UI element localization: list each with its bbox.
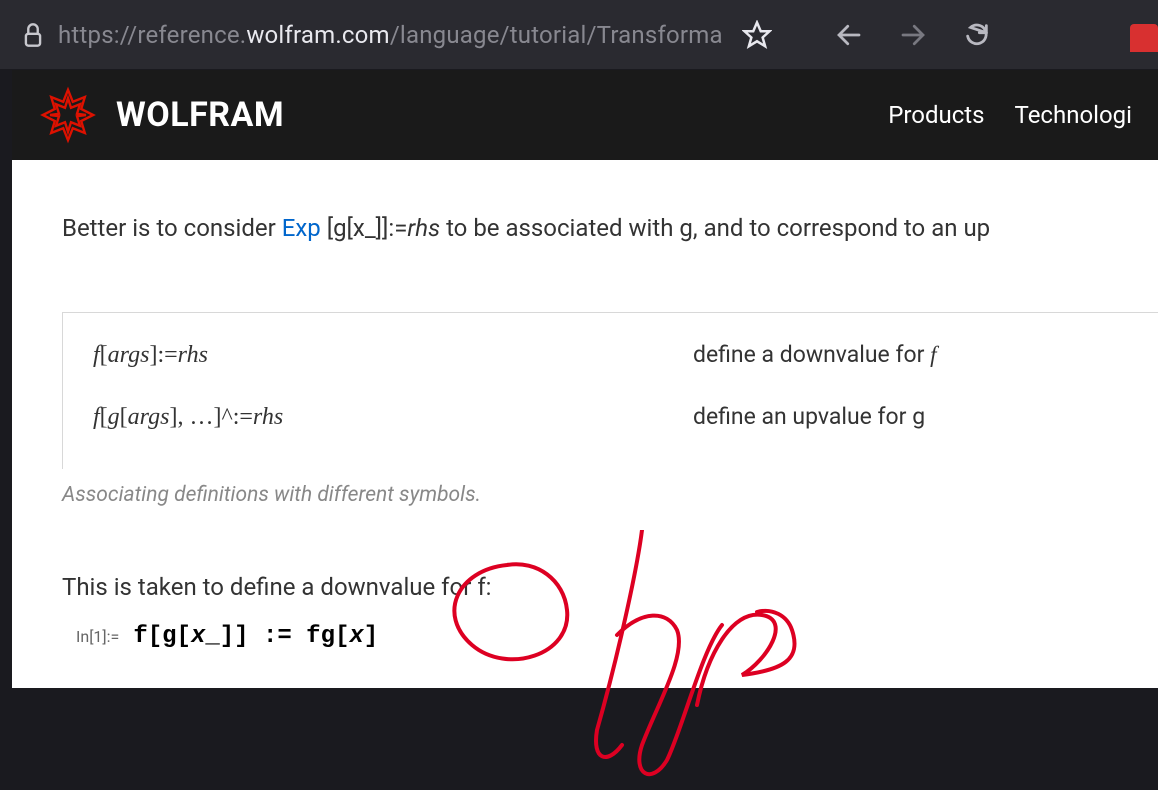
reload-button[interactable]	[959, 17, 995, 53]
table-row: f[g[args], …]^:=rhs define an upvalue fo…	[63, 395, 1158, 439]
browser-toolbar: https://reference.wolfram.com/language/t…	[0, 0, 1158, 70]
nav-technologies[interactable]: Technologi	[1015, 101, 1132, 129]
description-cell: define a downvalue for f	[693, 341, 936, 368]
code-text[interactable]: f[g[x_]] := fg[x]	[133, 623, 378, 650]
back-button[interactable]	[831, 17, 867, 53]
in-label: In[1]:=	[76, 627, 119, 646]
extension-icon[interactable]	[1130, 24, 1158, 52]
exp-link[interactable]: Exp	[282, 214, 321, 242]
wolfram-logo-icon	[38, 85, 98, 145]
bookmark-star-icon[interactable]	[737, 15, 777, 55]
table-row: f[args]:=rhs define a downvalue for f	[63, 333, 1158, 377]
sentence: This is taken to define a downvalue for …	[62, 573, 1158, 601]
url-text: https://reference.wolfram.com/language/t…	[58, 21, 723, 49]
lock-icon	[20, 22, 46, 48]
intro-paragraph: Better is to consider Exp [g[x_]]:=rhs t…	[62, 210, 1158, 246]
url-bar[interactable]: https://reference.wolfram.com/language/t…	[20, 21, 723, 49]
table-caption: Associating definitions with different s…	[62, 483, 1158, 507]
nav-button-group	[831, 17, 995, 53]
brand-name: WOLFRAM	[116, 95, 284, 135]
definition-table: f[args]:=rhs define a downvalue for f f[…	[62, 312, 1158, 469]
input-cell: In[1]:= f[g[x_]] := fg[x]	[76, 623, 1158, 650]
forward-button[interactable]	[895, 17, 931, 53]
content-area: Better is to consider Exp [g[x_]]:=rhs t…	[12, 160, 1158, 650]
description-cell: define an upvalue for g	[693, 403, 925, 430]
site-header: WOLFRAM Products Technologi	[12, 70, 1158, 160]
page-content: WOLFRAM Products Technologi Better is to…	[12, 70, 1158, 688]
brand[interactable]: WOLFRAM	[38, 85, 284, 145]
syntax-cell: f[args]:=rhs	[93, 342, 693, 369]
nav-products[interactable]: Products	[888, 101, 984, 129]
syntax-cell: f[g[args], …]^:=rhs	[93, 404, 693, 431]
nav-links: Products Technologi	[888, 101, 1132, 129]
